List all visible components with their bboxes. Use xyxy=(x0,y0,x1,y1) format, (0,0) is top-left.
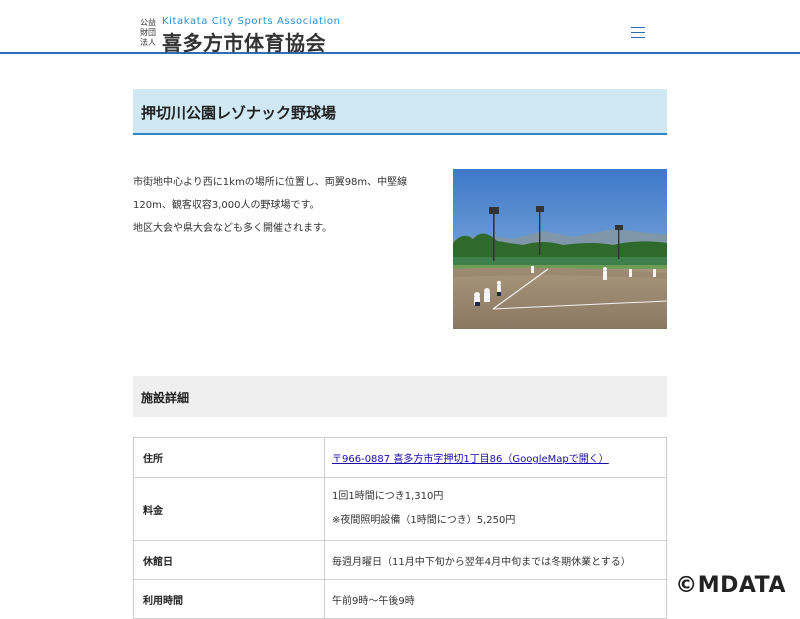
logo-small-line: 財団 xyxy=(140,28,156,37)
table-row-closed-days: 休館日 毎週月曜日（11月中下旬から翌年4月中旬までは冬期休業とする） xyxy=(133,540,667,580)
menu-bar xyxy=(631,27,645,28)
closed-days-label: 休館日 xyxy=(133,540,325,580)
logo-japanese-name: 喜多方市体育協会 xyxy=(162,31,326,55)
address-label: 住所 xyxy=(133,437,325,478)
fee-cell: 1回1時間につき1,310円 ※夜間照明設備（1時間につき）5,250円 xyxy=(324,477,667,541)
table-row-hours: 利用時間 午前9時～午後9時 xyxy=(133,579,667,619)
closed-days-value: 毎週月曜日（11月中下旬から翌年4月中旬までは冬期休業とする） xyxy=(324,540,667,580)
baseball-field-photo xyxy=(453,169,667,329)
page-title-banner: 押切川公園レゾナック野球場 xyxy=(133,89,667,135)
address-map-link[interactable]: 〒966-0887 喜多方市字押切1丁目86（GoogleMapで開く） xyxy=(332,454,609,465)
details-section-heading: 施設詳細 xyxy=(133,376,667,417)
site-header: 公益 財団 法人 Kitakata City Sports Associatio… xyxy=(0,0,800,55)
table-row-address: 住所 〒966-0887 喜多方市字押切1丁目86（GoogleMapで開く） xyxy=(133,437,667,478)
menu-bar xyxy=(631,37,645,38)
logo-corporation-type: 公益 財団 法人 xyxy=(137,18,159,48)
menu-bar xyxy=(631,32,645,33)
hours-label: 利用時間 xyxy=(133,579,325,619)
fee-line-hourly: 1回1時間につき1,310円 xyxy=(332,491,444,502)
table-row-fee: 料金 1回1時間につき1,310円 ※夜間照明設備（1時間につき）5,250円 xyxy=(133,477,667,541)
intro-line: 市街地中心より西に1kmの場所に位置し、両翼98m、中堅線 xyxy=(133,177,408,188)
section-title: 施設詳細 xyxy=(141,391,190,405)
hours-value: 午前9時～午後9時 xyxy=(324,579,667,619)
page-title: 押切川公園レゾナック野球場 xyxy=(141,104,337,122)
intro-text: 市街地中心より西に1kmの場所に位置し、両翼98m、中堅線 120m、観客収容3… xyxy=(133,171,433,240)
fee-line-lighting: ※夜間照明設備（1時間につき）5,250円 xyxy=(332,515,516,526)
hamburger-menu-icon[interactable] xyxy=(631,27,645,39)
logo-small-line: 法人 xyxy=(140,38,156,47)
logo-small-line: 公益 xyxy=(140,18,156,27)
intro-line: 地区大会や県大会なども多く開催されます。 xyxy=(133,223,332,234)
address-cell: 〒966-0887 喜多方市字押切1丁目86（GoogleMapで開く） xyxy=(324,437,667,478)
intro-line: 120m、観客収容3,000人の野球場です。 xyxy=(133,200,320,211)
facility-details-table: 住所 〒966-0887 喜多方市字押切1丁目86（GoogleMapで開く） … xyxy=(133,437,667,619)
logo-english-name: Kitakata City Sports Association xyxy=(162,16,341,27)
copyright-watermark: ©MDATA xyxy=(673,573,788,598)
fee-label: 料金 xyxy=(133,477,325,541)
